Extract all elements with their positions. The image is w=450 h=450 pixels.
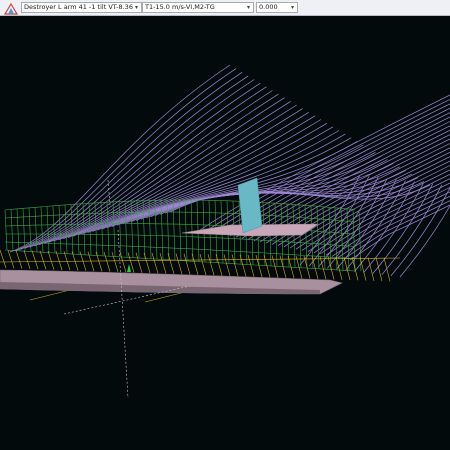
- waterline-line: [0, 249, 7, 269]
- streamline: [319, 182, 450, 255]
- waterline-line: [215, 254, 223, 276]
- grid-line: [184, 199, 188, 261]
- waterline-line: [47, 250, 55, 270]
- 3d-viewport[interactable]: [0, 16, 450, 450]
- grid-line: [40, 206, 44, 253]
- streamline: [331, 191, 450, 257]
- streamline: [38, 86, 267, 246]
- waterline-line: [95, 251, 103, 272]
- grid-line: [16, 208, 20, 251]
- waterline-line: [31, 250, 39, 270]
- waterline-line: [239, 254, 247, 277]
- waterline-line: [7, 250, 15, 269]
- streamline: [199, 94, 450, 231]
- streamline: [229, 116, 450, 237]
- grid-line: [178, 199, 182, 261]
- waterline-line: [39, 250, 47, 270]
- waterline-line: [119, 252, 127, 273]
- mesh-grid: [4, 199, 362, 272]
- grid-line: [52, 205, 56, 253]
- grid-line: [22, 208, 26, 252]
- waterline-line: [167, 253, 175, 274]
- grid-line: [106, 202, 110, 257]
- streamline: [34, 82, 261, 247]
- green-marker: [127, 264, 131, 272]
- streamline: [390, 186, 450, 277]
- streamline: [381, 184, 443, 276]
- waterline-line: [191, 253, 199, 275]
- grid-line: [190, 199, 194, 262]
- streamline: [19, 72, 243, 250]
- streamline: [399, 204, 450, 278]
- waterline-line: [375, 257, 383, 282]
- waterline-line: [55, 251, 63, 271]
- grid-line: [10, 209, 14, 251]
- streamline: [87, 122, 328, 233]
- waterline-line: [383, 257, 391, 282]
- waterline-line: [143, 252, 151, 274]
- waterline-line: [15, 250, 23, 269]
- grid-line: [4, 209, 8, 251]
- waterline-line: [327, 256, 335, 280]
- streamlines: [9, 64, 450, 278]
- grid-line: [346, 208, 350, 271]
- grid-line: [124, 201, 128, 258]
- waterline-line: [263, 255, 271, 278]
- grid-line: [100, 202, 104, 256]
- waterline-line: [23, 250, 31, 269]
- axis-line: [117, 229, 129, 399]
- waterline-line: [247, 254, 255, 277]
- streamline: [63, 104, 297, 240]
